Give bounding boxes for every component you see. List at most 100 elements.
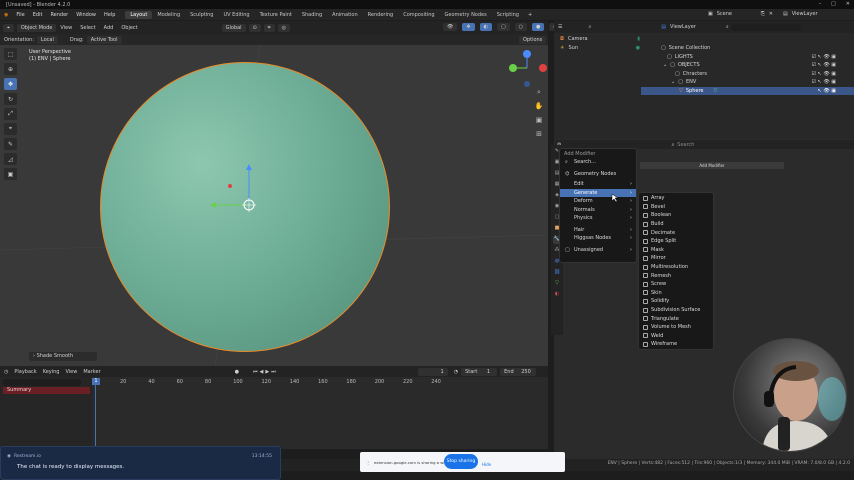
timeline-search-input[interactable] <box>3 379 81 386</box>
add-workspace-icon[interactable]: + <box>524 12 536 18</box>
scene-name[interactable]: Scene <box>717 11 757 17</box>
menu-item-decimate[interactable]: Decimate <box>639 228 713 237</box>
camera-view-icon[interactable]: ▣ <box>534 116 544 126</box>
menu-item-build[interactable]: Build <box>639 220 713 229</box>
transform-tool-icon[interactable]: ⌖ <box>4 123 17 135</box>
viewport-menu-view[interactable]: View <box>56 25 76 31</box>
table-row[interactable]: ▢ LIGHTS ☑ ↖ 👁 ▣ <box>641 53 854 62</box>
outliner-search-input[interactable] <box>730 23 801 31</box>
ortho-grid-icon[interactable]: ⊞ <box>534 130 544 140</box>
viewport-menu-add[interactable]: Add <box>100 25 118 31</box>
end-frame-field[interactable]: End 250 <box>500 367 537 376</box>
tab-uv-editing[interactable]: UV Editing <box>218 11 254 19</box>
tab-geometry-nodes[interactable]: Geometry Nodes <box>440 11 492 19</box>
list-item[interactable]: ◘ Camera ▮ <box>560 35 640 44</box>
view-layer-name[interactable]: ViewLayer <box>792 11 818 17</box>
rotate-tool-icon[interactable]: ↻ <box>4 93 17 105</box>
menu-item-edge-split[interactable]: Edge Split <box>639 237 713 246</box>
outliner-filter-icon[interactable]: ⌕ <box>588 24 591 30</box>
new-scene-icon[interactable]: ⎘ <box>761 11 765 17</box>
hide-link[interactable]: Hide <box>482 462 491 467</box>
menu-item-weld[interactable]: Weld <box>639 332 713 341</box>
menu-help[interactable]: Help <box>100 12 119 18</box>
summary-channel[interactable]: Summary <box>3 387 90 394</box>
xray-icon[interactable]: ▢ <box>496 23 510 31</box>
menu-item-geometry-nodes[interactable]: ⌬ Geometry Nodes <box>560 170 636 179</box>
measure-tool-icon[interactable]: ◿ <box>4 153 17 165</box>
table-row[interactable]: ▢ Scene Collection <box>641 44 854 53</box>
table-row[interactable]: ⌄ ▢ ENV ☑ ↖ 👁 ▣ <box>641 78 854 87</box>
navigation-gizmo[interactable] <box>505 48 549 92</box>
visibility-icon[interactable]: 👁 <box>443 23 458 31</box>
playhead-frame-label[interactable]: 1 <box>92 378 100 385</box>
drag-handle-icon[interactable]: ⋮ <box>366 460 370 465</box>
timeline-menu-view[interactable]: View <box>65 369 77 375</box>
orientation-select[interactable]: Local <box>36 35 58 44</box>
menu-render[interactable]: Render <box>46 12 72 18</box>
tab-compositing[interactable]: Compositing <box>398 11 439 19</box>
tab-scripting[interactable]: Scripting <box>492 11 524 19</box>
menu-item-boolean[interactable]: Boolean <box>639 211 713 220</box>
viewport-menu-select[interactable]: Select <box>76 25 99 31</box>
outliner-search-icon[interactable]: ⌕ <box>726 24 729 30</box>
drag-select[interactable]: Active Tool <box>86 35 122 44</box>
menu-item-subdivision-surface[interactable]: Subdivision Surface <box>639 306 713 315</box>
menu-item-normals[interactable]: Normals › <box>560 206 636 215</box>
tab-texture-paint[interactable]: Texture Paint <box>255 11 297 19</box>
menu-item-volume-to-mesh[interactable]: Volume to Mesh <box>639 323 713 332</box>
current-frame-field[interactable]: 1 <box>417 367 448 376</box>
outliner-editor-icon[interactable]: ☰ <box>558 24 562 30</box>
last-operator-panel[interactable]: › Shade Smooth <box>29 352 97 361</box>
tab-layout[interactable]: Layout <box>125 10 153 19</box>
menu-item-multiresolution[interactable]: Multiresolution <box>639 263 713 272</box>
start-frame-field[interactable]: Start 1 <box>461 367 498 376</box>
overlay-toggle-icon[interactable]: ◐ <box>479 23 492 31</box>
select-box-tool-icon[interactable]: ⬚ <box>4 48 17 60</box>
row-visibility-icons[interactable]: ☑ ↖ 👁 ▣ <box>811 71 836 77</box>
autokey-record-icon[interactable]: ● <box>235 369 239 375</box>
menu-item-unassigned[interactable]: ▢ Unassigned › <box>560 246 636 255</box>
timeline-menu-marker[interactable]: Marker <box>83 369 100 375</box>
gizmo-y-arrow[interactable] <box>210 202 216 208</box>
annotate-tool-icon[interactable]: ✎ <box>4 138 17 150</box>
row-visibility-icons[interactable]: ☑ ↖ 👁 ▣ <box>811 62 836 68</box>
menu-item-screw[interactable]: Screw <box>639 280 713 289</box>
timeline-menu-keying[interactable]: Keying <box>43 369 60 375</box>
properties-search-icon[interactable]: ⌕ <box>671 142 674 148</box>
row-visibility-icons[interactable]: ☑ ↖ 👁 ▣ <box>811 54 836 60</box>
tab-rendering[interactable]: Rendering <box>363 11 399 19</box>
tab-modeling[interactable]: Modeling <box>152 11 185 19</box>
menu-item-bevel[interactable]: Bevel <box>639 203 713 212</box>
add-cube-tool-icon[interactable]: ▣ <box>4 168 17 180</box>
editor-type-icon[interactable]: ⌖ <box>3 23 14 32</box>
shading-solid-icon[interactable]: ● <box>532 23 545 31</box>
expand-chevron-icon[interactable]: ⌄ <box>663 62 667 68</box>
playhead[interactable] <box>95 378 96 450</box>
table-row[interactable]: ▢ Chracters ☑ ↖ 👁 ▣ <box>641 70 854 79</box>
menu-item-physics[interactable]: Physics › <box>560 214 636 223</box>
menu-file[interactable]: File <box>12 12 28 18</box>
menu-item-mask[interactable]: Mask <box>639 246 713 255</box>
viewport-menu-object[interactable]: Object <box>117 25 141 31</box>
gizmo-x-handle[interactable] <box>228 184 232 188</box>
playback-controls[interactable]: ⏮◀▶⏭ <box>253 369 278 375</box>
transform-gizmo[interactable] <box>200 160 280 230</box>
proportional-icon[interactable]: ◎ <box>277 23 290 32</box>
cursor-tool-icon[interactable]: ⊕ <box>4 63 17 75</box>
menu-item-triangulate[interactable]: Triangulate <box>639 314 713 323</box>
tab-shading[interactable]: Shading <box>297 11 327 19</box>
shading-wire-icon[interactable]: ○ <box>514 23 528 31</box>
menu-item-deform[interactable]: Deform › <box>560 197 636 206</box>
menu-item-higgsas-nodes[interactable]: Higgsas Nodes › <box>560 234 636 243</box>
data-tab-icon[interactable]: ▽ <box>553 280 561 288</box>
menu-search[interactable]: ⌕ Search... <box>560 158 636 167</box>
menu-item-skin[interactable]: Skin <box>639 289 713 298</box>
menu-edit[interactable]: Edit <box>29 12 47 18</box>
timeline-menu-playback[interactable]: Playback <box>14 369 36 375</box>
row-visibility-icons[interactable]: ☑ ↖ 👁 ▣ <box>811 79 836 85</box>
timeline-editor-icon[interactable]: ◷ <box>4 369 8 375</box>
mode-select[interactable]: Object Mode <box>16 23 57 32</box>
minimize-icon[interactable]: – <box>819 1 822 7</box>
menu-item-remesh[interactable]: Remesh <box>639 271 713 280</box>
list-item[interactable]: ☀ Sun ● <box>560 44 640 53</box>
